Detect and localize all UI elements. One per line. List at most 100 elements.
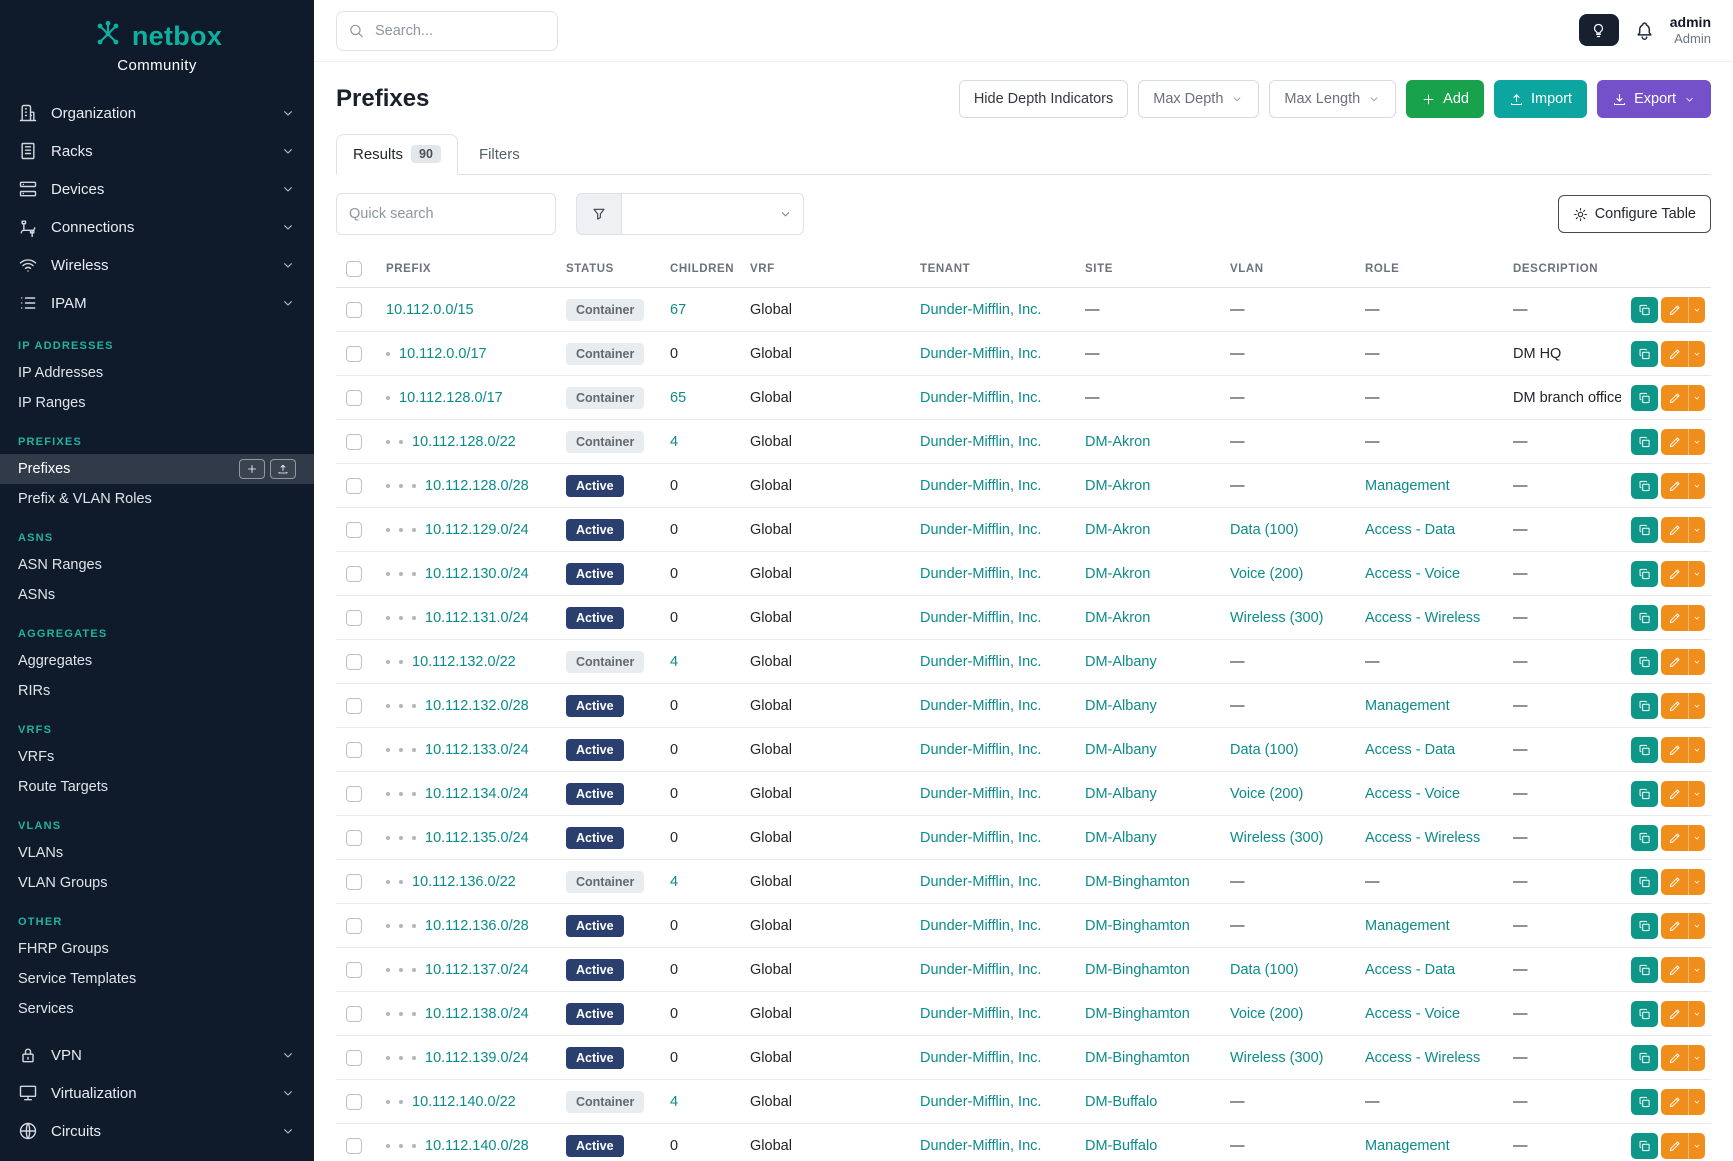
sidebar-item-racks[interactable]: Racks (0, 132, 314, 170)
column-header-vrf[interactable]: VRF (740, 251, 910, 288)
copy-button[interactable] (1631, 649, 1658, 675)
sidebar-item-prefix-vlan-roles[interactable]: Prefix & VLAN Roles (0, 484, 314, 514)
edit-button[interactable] (1661, 913, 1688, 939)
row-checkbox[interactable] (346, 434, 362, 450)
copy-button[interactable] (1631, 517, 1658, 543)
tenant-link[interactable]: Dunder-Mifflin, Inc. (920, 1138, 1041, 1154)
prefix-link[interactable]: 10.112.132.0/28 (425, 698, 529, 714)
user-menu[interactable]: admin Admin (1670, 14, 1711, 46)
tenant-link[interactable]: Dunder-Mifflin, Inc. (920, 478, 1041, 494)
site-link[interactable]: DM-Binghamton (1085, 874, 1190, 890)
children-link[interactable]: 4 (670, 654, 678, 670)
sidebar-item-vlans[interactable]: VLANs (0, 838, 314, 868)
site-link[interactable]: DM-Binghamton (1085, 1006, 1190, 1022)
row-checkbox[interactable] (346, 654, 362, 670)
column-header-site[interactable]: SITE (1075, 251, 1220, 288)
add-button[interactable]: Add (1406, 80, 1484, 118)
row-checkbox[interactable] (346, 742, 362, 758)
prefix-link[interactable]: 10.112.137.0/24 (425, 962, 529, 978)
row-checkbox[interactable] (346, 390, 362, 406)
edit-dropdown-button[interactable] (1688, 781, 1705, 807)
sidebar-item-wireless[interactable]: Wireless (0, 246, 314, 284)
edit-dropdown-button[interactable] (1688, 913, 1705, 939)
site-link[interactable]: DM-Akron (1085, 478, 1150, 494)
copy-button[interactable] (1631, 473, 1658, 499)
role-link[interactable]: Management (1365, 478, 1450, 494)
row-checkbox[interactable] (346, 698, 362, 714)
copy-button[interactable] (1631, 957, 1658, 983)
prefix-link[interactable]: 10.112.129.0/24 (425, 522, 529, 538)
sidebar-item-fhrp-groups[interactable]: FHRP Groups (0, 934, 314, 964)
site-link[interactable]: DM-Albany (1085, 742, 1157, 758)
row-checkbox[interactable] (346, 1006, 362, 1022)
max-depth-dropdown[interactable]: Max Depth (1138, 80, 1259, 118)
tenant-link[interactable]: Dunder-Mifflin, Inc. (920, 742, 1041, 758)
edit-dropdown-button[interactable] (1688, 605, 1705, 631)
tenant-link[interactable]: Dunder-Mifflin, Inc. (920, 1094, 1041, 1110)
vlan-link[interactable]: Voice (200) (1230, 566, 1303, 582)
column-header-role[interactable]: ROLE (1355, 251, 1503, 288)
tenant-link[interactable]: Dunder-Mifflin, Inc. (920, 346, 1041, 362)
import-button[interactable]: Import (1494, 80, 1587, 118)
role-link[interactable]: Access - Voice (1365, 566, 1460, 582)
edit-dropdown-button[interactable] (1688, 1045, 1705, 1071)
prefix-link[interactable]: 10.112.134.0/24 (425, 786, 529, 802)
tenant-link[interactable]: Dunder-Mifflin, Inc. (920, 566, 1041, 582)
prefix-link[interactable]: 10.112.128.0/28 (425, 478, 529, 494)
prefix-link[interactable]: 10.112.131.0/24 (425, 610, 529, 626)
sidebar-item-route-targets[interactable]: Route Targets (0, 772, 314, 802)
edit-dropdown-button[interactable] (1688, 737, 1705, 763)
copy-button[interactable] (1631, 781, 1658, 807)
tenant-link[interactable]: Dunder-Mifflin, Inc. (920, 698, 1041, 714)
prefix-link[interactable]: 10.112.140.0/28 (425, 1138, 529, 1154)
tenant-link[interactable]: Dunder-Mifflin, Inc. (920, 390, 1041, 406)
filter-button[interactable] (576, 193, 622, 235)
site-link[interactable]: DM-Buffalo (1085, 1094, 1157, 1110)
row-checkbox[interactable] (346, 522, 362, 538)
column-header-status[interactable]: STATUS (556, 251, 660, 288)
select-all-checkbox[interactable] (346, 261, 362, 277)
edit-button[interactable] (1661, 605, 1688, 631)
sidebar-item-organization[interactable]: Organization (0, 94, 314, 132)
tenant-link[interactable]: Dunder-Mifflin, Inc. (920, 654, 1041, 670)
prefix-link[interactable]: 10.112.136.0/22 (412, 874, 516, 890)
vlan-link[interactable]: Data (100) (1230, 962, 1299, 978)
edit-dropdown-button[interactable] (1688, 649, 1705, 675)
copy-button[interactable] (1631, 1089, 1658, 1115)
copy-button[interactable] (1631, 825, 1658, 851)
vlan-link[interactable]: Voice (200) (1230, 786, 1303, 802)
hide-depth-indicators-button[interactable]: Hide Depth Indicators (959, 80, 1128, 118)
edit-button[interactable] (1661, 1089, 1688, 1115)
edit-button[interactable] (1661, 1045, 1688, 1071)
row-checkbox[interactable] (346, 918, 362, 934)
tenant-link[interactable]: Dunder-Mifflin, Inc. (920, 962, 1041, 978)
edit-button[interactable] (1661, 1001, 1688, 1027)
column-header-prefix[interactable]: PREFIX (376, 251, 556, 288)
row-checkbox[interactable] (346, 962, 362, 978)
tenant-link[interactable]: Dunder-Mifflin, Inc. (920, 786, 1041, 802)
copy-button[interactable] (1631, 385, 1658, 411)
edit-button[interactable] (1661, 517, 1688, 543)
site-link[interactable]: DM-Buffalo (1085, 1138, 1157, 1154)
site-link[interactable]: DM-Akron (1085, 434, 1150, 450)
role-link[interactable]: Access - Data (1365, 962, 1455, 978)
column-header-tenant[interactable]: TENANT (910, 251, 1075, 288)
copy-button[interactable] (1631, 341, 1658, 367)
quick-add-button[interactable] (239, 459, 265, 479)
role-link[interactable]: Management (1365, 1138, 1450, 1154)
prefix-link[interactable]: 10.112.128.0/17 (399, 390, 503, 406)
notifications-button[interactable] (1634, 20, 1655, 41)
row-checkbox[interactable] (346, 1050, 362, 1066)
edit-dropdown-button[interactable] (1688, 429, 1705, 455)
saved-filter-select[interactable] (622, 193, 804, 235)
copy-button[interactable] (1631, 1001, 1658, 1027)
prefix-link[interactable]: 10.112.0.0/17 (399, 346, 487, 362)
sidebar-item-ipam[interactable]: IPAM (0, 284, 314, 322)
sidebar-item-services[interactable]: Services (0, 994, 314, 1024)
vlan-link[interactable]: Wireless (300) (1230, 1050, 1323, 1066)
row-checkbox[interactable] (346, 478, 362, 494)
tenant-link[interactable]: Dunder-Mifflin, Inc. (920, 522, 1041, 538)
edit-button[interactable] (1661, 737, 1688, 763)
edit-dropdown-button[interactable] (1688, 825, 1705, 851)
row-checkbox[interactable] (346, 786, 362, 802)
